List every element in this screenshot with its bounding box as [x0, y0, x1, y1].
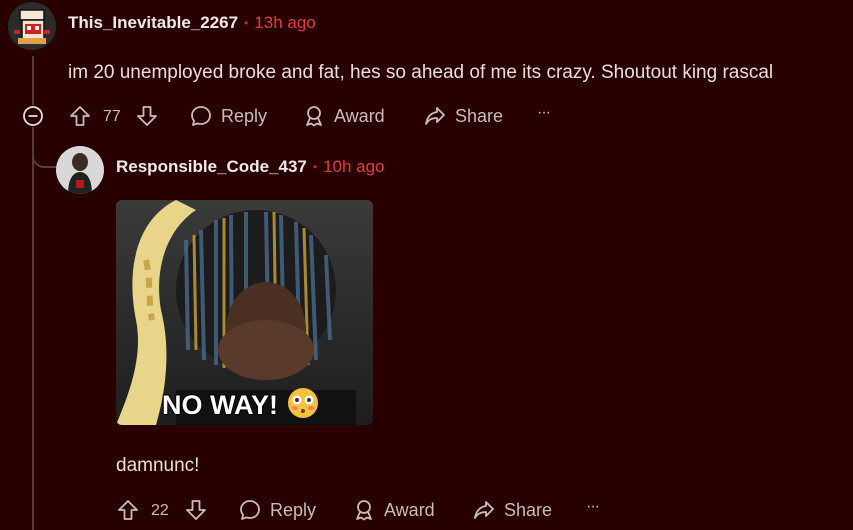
comment-header: This_Inevitable_2267 • 13h ago [68, 12, 316, 34]
user-avatar-icon [56, 146, 104, 194]
collapse-minus-icon [23, 106, 43, 126]
more-options-icon: ··· [586, 498, 600, 515]
thread-line-branch [32, 128, 34, 530]
comment-body: im 20 unemployed broke and fat, hes so a… [68, 62, 774, 83]
comment-header: Responsible_Code_437 • 10h ago [116, 156, 385, 178]
award-button[interactable]: Award [352, 498, 435, 522]
share-arrow-icon [425, 107, 445, 125]
thread-connector [32, 148, 58, 168]
flushed-emoji-icon [288, 388, 318, 418]
collapse-thread-button[interactable] [22, 105, 44, 127]
upvote-button[interactable] [68, 104, 92, 128]
share-label: Share [504, 499, 553, 520]
timestamp[interactable]: 13h ago [254, 13, 315, 33]
award-label: Award [334, 105, 385, 126]
avatar[interactable] [56, 146, 104, 194]
separator-dot: • [312, 160, 318, 174]
vote-count: 77 [103, 108, 121, 125]
more-options-button[interactable]: ··· [586, 498, 600, 516]
comment-image[interactable]: NO WAY! [116, 200, 373, 425]
reaction-image: NO WAY! [116, 200, 373, 425]
award-label: Award [384, 499, 435, 520]
reply-bubble-icon [240, 500, 260, 520]
reply-button[interactable]: Reply [238, 498, 316, 522]
downvote-arrow-icon [137, 106, 157, 126]
downvote-button[interactable] [184, 498, 208, 522]
award-button[interactable]: Award [302, 104, 385, 128]
vote-count: 22 [151, 502, 169, 519]
downvote-arrow-icon [186, 500, 206, 520]
upvote-arrow-icon [70, 106, 90, 126]
more-options-button[interactable]: ··· [537, 104, 551, 122]
username[interactable]: This_Inevitable_2267 [68, 13, 238, 33]
award-icon [356, 500, 372, 521]
avatar[interactable] [8, 2, 56, 50]
award-icon [306, 106, 322, 127]
share-button[interactable]: Share [472, 498, 552, 522]
downvote-button[interactable] [135, 104, 159, 128]
separator-dot: • [244, 16, 249, 30]
share-label: Share [455, 105, 504, 126]
comment-body: damnunc! [116, 455, 200, 476]
share-button[interactable]: Share [423, 104, 503, 128]
reply-label: Reply [221, 105, 268, 126]
upvote-arrow-icon [118, 500, 138, 520]
robot-avatar-icon [8, 2, 56, 50]
reply-label: Reply [270, 499, 317, 520]
username[interactable]: Responsible_Code_437 [116, 157, 307, 177]
image-caption: NO WAY! [162, 390, 278, 420]
reply-bubble-icon [191, 106, 211, 126]
reply-button[interactable]: Reply [189, 104, 267, 128]
timestamp[interactable]: 10h ago [323, 157, 384, 177]
more-options-icon: ··· [537, 104, 551, 121]
share-arrow-icon [474, 501, 494, 519]
upvote-button[interactable] [116, 498, 140, 522]
